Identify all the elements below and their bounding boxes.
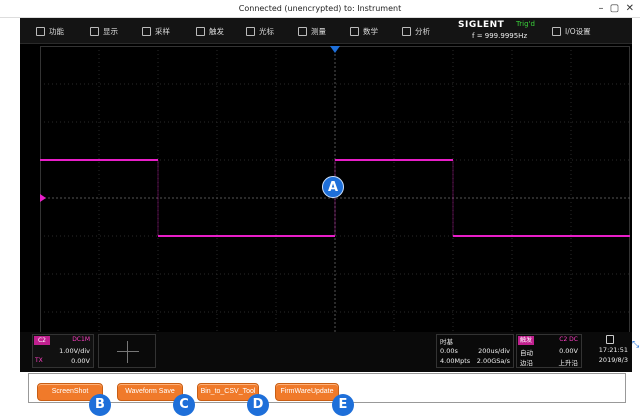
- waveform-grid[interactable]: A: [40, 46, 630, 350]
- clock-time: 17:21:51: [598, 346, 628, 354]
- brand-panel: SIGLENT Trig'd f = 999.9995Hz: [452, 19, 562, 43]
- clock-panel: 17:21:51 2019/8/3: [586, 334, 630, 368]
- siglent-logo: SIGLENT: [458, 20, 505, 30]
- menu-measure[interactable]: 测量: [298, 18, 326, 44]
- timebase-memory: 4.00Mpts: [440, 357, 471, 365]
- channel-level-marker: [40, 194, 46, 202]
- frequency-readout: f = 999.9995Hz: [472, 32, 528, 40]
- menu-bar: 功能 显示 采样 触发 光标 测量 数学 分析 SIGLENT Trig'd f…: [20, 18, 632, 44]
- firmware-update-button[interactable]: FirmWareUpdate: [275, 383, 339, 401]
- timebase-delay: 0.00s: [440, 347, 458, 355]
- window-controls[interactable]: – ▢ ✕: [598, 0, 634, 18]
- tool-panel: ScreenShot Waveform Save Bin_to_CSV_Tool…: [28, 373, 626, 416]
- status-bar: C2 DC1M 1.00V/div TX 0.00V 时基 0.00s 200u…: [20, 332, 632, 372]
- channel-coupling: DC1M: [72, 336, 90, 343]
- trigger-position-marker: [330, 46, 340, 53]
- timebase-sample-rate: 2.00GSa/s: [476, 357, 510, 365]
- plus-icon-h: [117, 351, 139, 352]
- trigger-mode: 自动: [520, 349, 533, 357]
- menu-acquire[interactable]: 采样: [142, 18, 170, 44]
- trigger-level: 0.00V: [559, 347, 578, 355]
- menu-cursor[interactable]: 光标: [246, 18, 274, 44]
- channel-sub: TX: [35, 357, 43, 364]
- menu-trigger[interactable]: 触发: [196, 18, 224, 44]
- trigger-status: Trig'd: [516, 20, 535, 28]
- menu-io-settings[interactable]: I/O设置: [552, 18, 591, 44]
- channel-tag: C2: [34, 336, 50, 345]
- annotation-e: E: [332, 394, 354, 416]
- trigger-type: 边沿: [520, 359, 533, 367]
- io-icon: [552, 26, 561, 36]
- plus-icon-v: [127, 341, 128, 363]
- clock-date: 2019/8/3: [598, 356, 628, 364]
- acquire-icon: [142, 26, 151, 36]
- math-icon: [350, 26, 359, 36]
- cursor-icon: [246, 26, 255, 36]
- menu-display[interactable]: 显示: [90, 18, 118, 44]
- trigger-info[interactable]: 触发 C2 DC 自动 0.00V 边沿 上升沿: [516, 334, 582, 368]
- timebase-title: 时基: [440, 338, 453, 346]
- window-edge: [632, 18, 640, 372]
- trigger-icon: [196, 26, 205, 36]
- window-title: Connected (unencrypted) to: Instrument: [238, 4, 402, 13]
- resize-icon[interactable]: ⤡: [632, 340, 639, 350]
- trigger-source: C2 DC: [559, 336, 578, 343]
- trigger-slope: 上升沿: [558, 359, 579, 367]
- timebase-scale: 200us/div: [478, 347, 510, 355]
- annotation-b: B: [89, 394, 111, 416]
- trigger-tag: 触发: [518, 336, 534, 345]
- timebase-info[interactable]: 时基 0.00s 200us/div 4.00Mpts 2.00GSa/s: [436, 334, 514, 368]
- function-icon: [36, 26, 45, 36]
- channel-info[interactable]: C2 DC1M 1.00V/div TX 0.00V: [32, 334, 94, 368]
- channel-offset: 0.00V: [71, 357, 90, 365]
- annotation-a: A: [322, 176, 344, 198]
- window-titlebar: Connected (unencrypted) to: Instrument –…: [0, 0, 640, 18]
- usb-icon: [606, 335, 614, 344]
- oscilloscope-screen: 功能 显示 采样 触发 光标 测量 数学 分析 SIGLENT Trig'd f…: [20, 18, 632, 372]
- display-icon: [90, 26, 99, 36]
- menu-math[interactable]: 数学: [350, 18, 378, 44]
- annotation-d: D: [247, 394, 269, 416]
- waveform-save-button[interactable]: Waveform Save: [117, 383, 183, 401]
- menu-analysis[interactable]: 分析: [402, 18, 430, 44]
- channel-scale: 1.00V/div: [59, 347, 90, 355]
- channel-add-box[interactable]: [98, 334, 156, 368]
- annotation-c: C: [173, 394, 195, 416]
- menu-function[interactable]: 功能: [36, 18, 64, 44]
- measure-icon: [298, 26, 307, 36]
- analysis-icon: [402, 26, 411, 36]
